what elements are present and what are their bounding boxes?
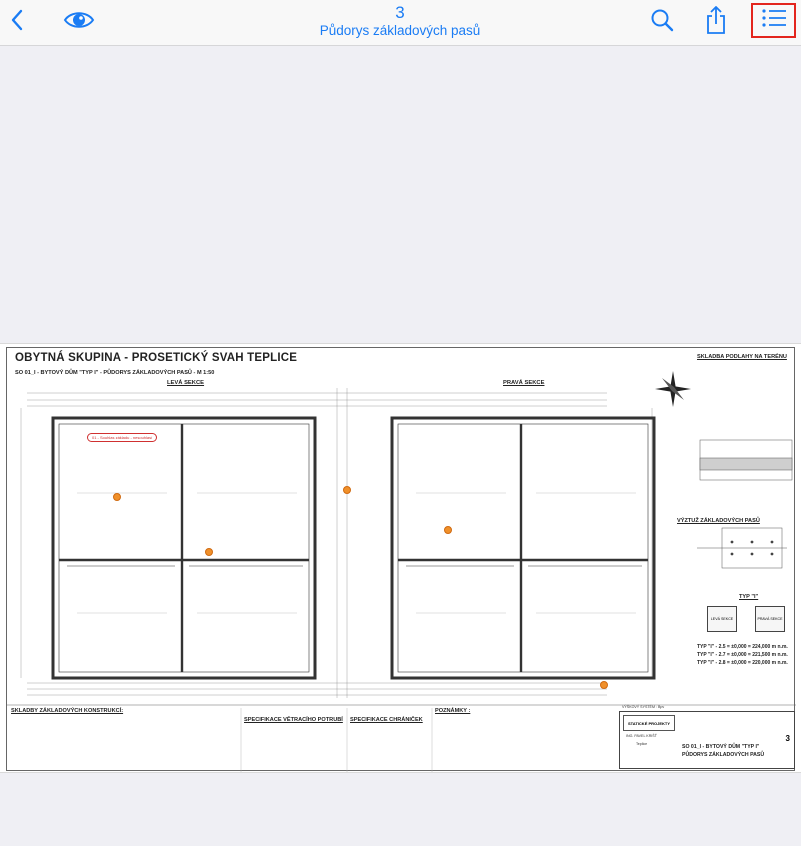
table-of-contents-button[interactable] [751,3,796,38]
drawing-frame: OBYTNÁ SKUPINA - PROSETICKÝ SVAH TEPLICE… [6,347,796,772]
floor-layers-heading: SKLADBA PODLAHY NA TERÉNU [697,354,787,360]
type-elevation-line: TYP "I" - 2.8 = ±0,000 = 220,000 m n.m. [697,660,788,666]
page-number: 3 [395,3,405,22]
annotation-pin[interactable] [444,526,452,534]
eye-icon [63,9,95,36]
title-block: STATICKÉ PROJEKTY ING. PAVEL KRIŠŤ Tepli… [619,711,795,769]
right-section-label: PRAVÁ SEKCE [503,380,545,386]
left-section-label: LEVÁ SEKCE [167,380,205,386]
type-elevation-line: TYP "I" - 2.5 = ±0,000 = 224,000 m n.m. [697,644,788,650]
firm-city: Teplice [636,742,648,746]
type-heading: TYP "I" [739,594,759,600]
type-right-box: PRAVÁ SEKCE [755,606,785,632]
title-block-project: SO 01_I - BYTOVÝ DŮM "TYP I" [682,744,760,750]
firm-name: STATICKÉ PROJEKTY [627,720,671,726]
annotation-pin[interactable] [600,681,608,689]
search-icon [650,8,674,37]
annotation-pin[interactable] [205,548,213,556]
type-elevation-line: TYP "I" - 2.7 = ±0,000 = 221,500 m n.m. [697,652,788,658]
type-left-box: LEVÁ SEKCE [707,606,737,632]
share-icon [705,5,727,40]
annotation-pin[interactable] [113,493,121,501]
list-icon [761,7,787,34]
back-button[interactable] [2,6,32,38]
chevron-left-icon [10,9,24,36]
type-right-label: PRAVÁ SEKCE [757,617,783,621]
type-left-label: LEVÁ SEKCE [710,617,734,621]
firm-logo: STATICKÉ PROJEKTY [623,715,675,731]
annotation-note[interactable]: 01 - Souhlas základu - nesouhlasí [87,433,158,442]
protector-spec-heading: SPECIFIKACE CHRÁNIČEK [350,717,423,723]
view-mode-button[interactable] [60,6,98,38]
foundations-heading: SKLADBY ZÁKLADOVÝCH KONSTRUKCÍ: [11,708,124,714]
floor-plan-drawing [7,371,796,772]
reinforcement-heading: VÝZTUŽ ZÁKLADOVÝCH PASŮ [677,518,760,524]
engineer-name: ING. PAVEL KRIŠŤ [626,734,657,738]
vent-spec-heading: SPECIFIKACE VĚTRACÍHO POTRUBÍ [244,717,343,723]
document-page[interactable]: OBYTNÁ SKUPINA - PROSETICKÝ SVAH TEPLICE… [0,343,801,773]
document-title: Půdorys základových pasů [319,23,481,38]
annotation-pin[interactable] [343,486,351,494]
title-block-drawing-name: PŮDORYS ZÁKLADOVÝCH PASŮ [682,752,765,758]
top-navigation-bar: 3 Půdorys základových pasů [0,0,801,46]
sheet-number: 3 [785,734,790,743]
document-title-area: 3 Půdorys základových pasů [250,4,550,39]
search-button[interactable] [646,5,678,39]
notes-heading: POZNÁMKY : [435,708,471,714]
height-system-label: VÝŠKOVÝ SYSTÉM : Bpv [622,705,665,709]
share-button[interactable] [700,3,732,41]
